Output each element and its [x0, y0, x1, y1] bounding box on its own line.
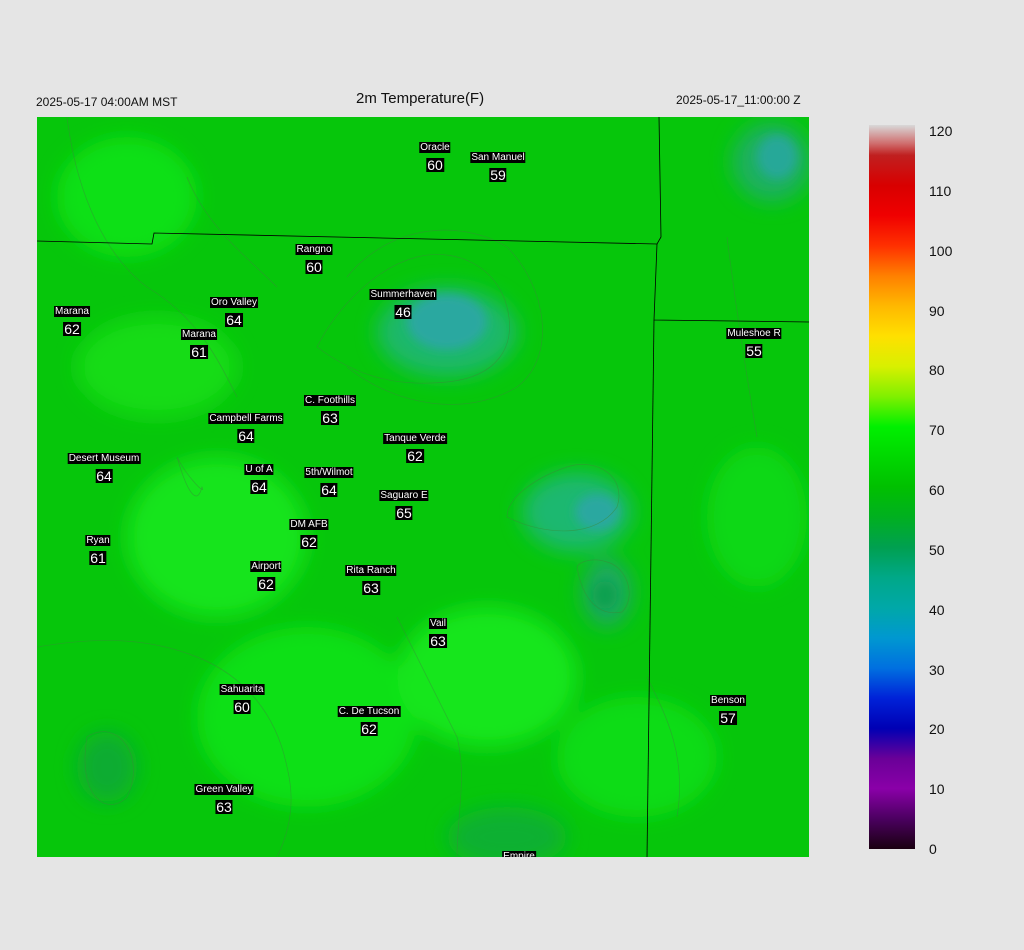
station-temperature: 63: [429, 633, 447, 649]
station-temperature: 55: [745, 343, 763, 359]
station-label: Summerhaven 46: [369, 284, 437, 320]
station-name: Saguaro E: [379, 490, 429, 501]
station-temperature: 57: [719, 710, 737, 726]
station-temperature: 62: [300, 534, 318, 550]
station-temperature: 59: [489, 167, 507, 183]
station-temperature: 64: [225, 312, 243, 328]
station-name: Green Valley: [194, 784, 254, 795]
station-temperature: 64: [95, 468, 113, 484]
station-temperature: 60: [426, 157, 444, 173]
station-temperature: 60: [233, 699, 251, 715]
station-label: Saguaro E 65: [379, 485, 429, 521]
temperature-map: Oracle 60 San Manuel 59 Rangno 60 Summerhaven 4…: [37, 117, 809, 857]
station-label: Oro Valley 64: [210, 292, 258, 327]
station-name: Desert Museum: [67, 453, 141, 464]
station-label: Muleshoe R 55: [726, 323, 782, 359]
colorbar-tick-label: 90: [929, 302, 945, 319]
station-temperature: 60: [305, 259, 323, 275]
station-name: DM AFB: [289, 519, 329, 530]
station-label: Marana 62: [54, 301, 90, 336]
map-title: 2m Temperature(F): [356, 90, 485, 107]
station-label: Benson 57: [710, 690, 746, 725]
station-name: Campbell Farms: [208, 413, 284, 424]
station-name: Sahuarita: [219, 684, 265, 695]
station-name: Summerhaven: [369, 289, 437, 300]
station-label: Ryan 61: [85, 530, 111, 566]
cold-core: [593, 581, 617, 609]
station-name: San Manuel: [470, 152, 526, 163]
station-label: Tanque Verde 62: [383, 428, 447, 463]
colorbar-tick-label: 100: [929, 242, 953, 259]
warm-area: [57, 137, 197, 257]
cold-core: [757, 135, 797, 179]
station-temperature: 61: [190, 344, 208, 360]
station-name: Rita Ranch: [345, 565, 397, 576]
station-label: Rangno 60: [295, 239, 333, 275]
station-name: Ryan: [85, 535, 111, 546]
station-name: C. Foothills: [303, 395, 357, 406]
station-label: Sahuarita 60: [219, 679, 265, 715]
station-temperature: 64: [320, 482, 338, 498]
station-temperature: 62: [63, 321, 81, 337]
colorbar-tick-label: 10: [929, 781, 945, 798]
station-name: Oracle: [419, 142, 451, 153]
station-label: DM AFB 62: [289, 514, 329, 550]
warm-area: [127, 457, 307, 617]
station-name: 5th/Wilmot: [304, 467, 354, 478]
station-name: U of A: [244, 464, 274, 475]
colorbar-tick-label: 0: [929, 841, 937, 857]
colorbar-tick-label: 20: [929, 721, 945, 738]
colorbar-tick-label: 70: [929, 422, 945, 439]
station-name: Empire: [502, 851, 536, 857]
colorbar-tick-label: 40: [929, 601, 945, 618]
station-temperature: 63: [362, 580, 380, 596]
colorbar-tick-label: 80: [929, 362, 945, 379]
station-label: Rita Ranch 63: [345, 560, 397, 596]
station-label: 5th/Wilmot 64: [304, 462, 354, 498]
station-label: Airport 62: [250, 556, 282, 592]
colorbar-tick-label: 60: [929, 482, 945, 498]
station-name: Oro Valley: [210, 297, 258, 308]
station-label: Desert Museum 64: [67, 448, 141, 484]
station-temperature: 64: [250, 479, 268, 495]
colorbar-tick-label: 30: [929, 661, 945, 678]
station-temperature: 62: [406, 448, 424, 464]
station-name: Tanque Verde: [383, 433, 447, 444]
station-label: Oracle 60: [419, 137, 451, 173]
station-temperature: 62: [360, 721, 378, 737]
valid-time-local: 2025-05-17 04:00AM MST: [36, 95, 178, 109]
station-temperature: 63: [215, 799, 233, 815]
station-label: Marana 61: [181, 324, 217, 359]
warm-area: [397, 607, 577, 747]
station-temperature: 61: [89, 550, 107, 566]
warm-area: [707, 447, 807, 587]
station-name: Vail: [429, 618, 447, 629]
station-label: San Manuel 59: [470, 147, 526, 183]
station-label: Vail 63: [429, 613, 447, 648]
station-temperature: 64: [237, 428, 255, 444]
station-label: U of A 64: [244, 459, 274, 495]
warm-area: [557, 697, 717, 817]
station-label: Green Valley 63: [194, 779, 254, 815]
station-label: Campbell Farms 64: [208, 408, 284, 444]
station-temperature: 63: [321, 410, 339, 426]
colorbar-tick-label: 50: [929, 541, 945, 558]
station-name: Benson: [710, 695, 746, 706]
station-name: Airport: [250, 561, 282, 572]
station-name: Rangno: [295, 244, 333, 255]
station-name: Marana: [54, 306, 90, 317]
station-temperature: 65: [395, 505, 413, 521]
station-label: C. Foothills 63: [303, 390, 357, 426]
temperature-colorbar: [869, 125, 915, 849]
valid-time-utc: 2025-05-17_11:00:00 Z: [676, 93, 801, 107]
colorbar-tick-label: 110: [929, 182, 952, 199]
station-label: Empire: [502, 846, 536, 857]
station-temperature: 62: [257, 576, 275, 592]
station-label: C. De Tucson 62: [337, 701, 401, 737]
station-temperature: 46: [394, 304, 412, 320]
station-name: Marana: [181, 329, 217, 340]
station-name: Muleshoe R: [726, 328, 782, 339]
station-name: C. De Tucson: [337, 706, 401, 717]
colorbar-tick-label: 120: [929, 123, 953, 139]
